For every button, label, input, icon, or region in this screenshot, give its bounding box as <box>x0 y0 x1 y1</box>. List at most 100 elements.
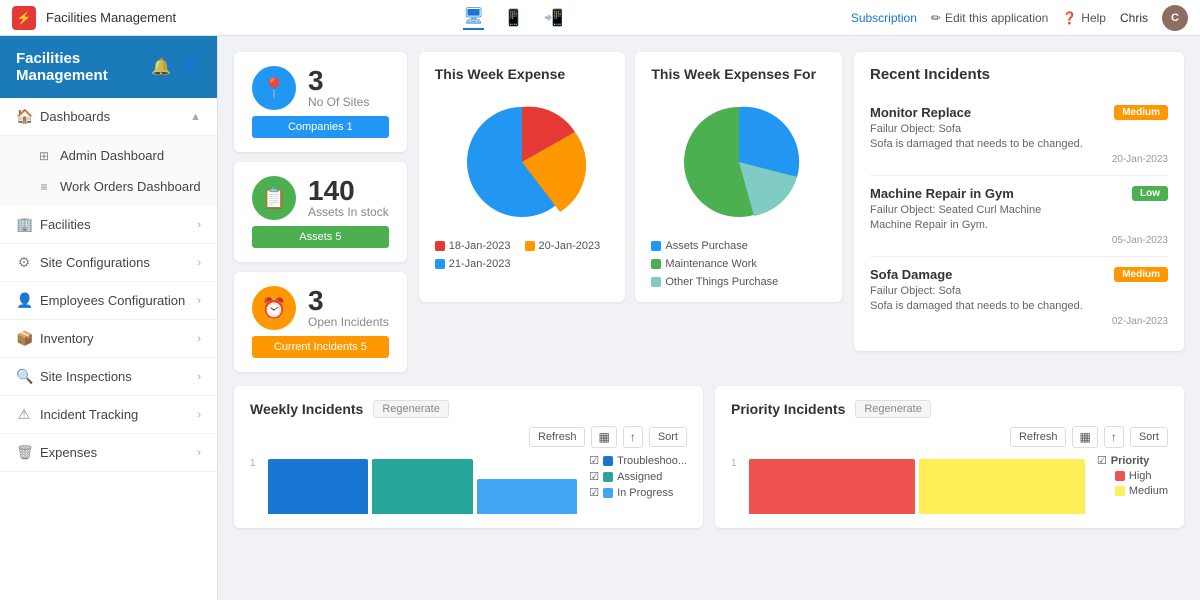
expenses-for-chart-area <box>651 92 826 232</box>
topbar-title: Facilities Management <box>46 10 176 25</box>
incident-badge: Medium <box>1114 105 1168 120</box>
incidents-stat-icon: ⏰ <box>252 286 296 330</box>
expenses-icon: 🗑 <box>16 444 32 461</box>
priority-incidents-title: Priority Incidents <box>731 401 845 417</box>
legend-high: High <box>1097 470 1168 482</box>
sidebar-item-facilities[interactable]: 🏢 Facilities › <box>0 206 217 244</box>
legend-color-dot <box>603 488 613 498</box>
stats-recent-row: 📍 3 No Of Sites Companies 1 📋 140 <box>234 52 1184 372</box>
priority-share-icon-button[interactable]: ↑ <box>1104 426 1124 448</box>
priority-regenerate-button[interactable]: Regenerate <box>855 400 931 418</box>
legend-dot <box>651 259 661 269</box>
edit-application-button[interactable]: ✏ Edit this application <box>931 11 1048 25</box>
legend-item-ap: Assets Purchase <box>651 240 748 252</box>
app-layout: Facilities Management 🔔 👤 🏠 Dashboards ▲… <box>0 36 1200 600</box>
topbar-nav: 🖥 📱 📲 <box>186 6 841 30</box>
pie-charts-col: This Week Expense <box>419 52 842 302</box>
stat-card-incidents: ⏰ 3 Open Incidents Current Incidents 5 <box>234 272 407 372</box>
topbar: ⚡ Facilities Management 🖥 📱 📲 Subscripti… <box>0 0 1200 36</box>
weekly-sort-button[interactable]: Sort <box>649 427 687 447</box>
sidebar-item-site-configurations[interactable]: ⚙ Site Configurations › <box>0 244 217 282</box>
weekly-regenerate-button[interactable]: Regenerate <box>373 400 449 418</box>
sidebar-item-label: Site Inspections <box>40 369 132 384</box>
sites-stat-icon: 📍 <box>252 66 296 110</box>
inspections-icon: 🔍 <box>16 368 32 385</box>
legend-dot <box>651 277 661 287</box>
sidebar-item-employees-configuration[interactable]: 👤 Employees Configuration › <box>0 282 217 320</box>
tablet-icon[interactable]: 📱 <box>504 8 524 28</box>
weekly-incidents-title: Weekly Incidents <box>250 401 363 417</box>
stat-card-sites: 📍 3 No Of Sites Companies 1 <box>234 52 407 152</box>
legend-label: Troubleshoo... <box>617 455 687 467</box>
priority-toolbar: Refresh ▦ ↑ Sort <box>731 426 1168 448</box>
weekly-chart-content: 1 ☑ Troubleshoo... <box>250 454 687 514</box>
assets-button[interactable]: Assets 5 <box>252 226 389 248</box>
legend-item-mw: Maintenance Work <box>651 258 757 270</box>
weekly-toolbar: Refresh ▦ ↑ Sort <box>250 426 687 448</box>
help-button[interactable]: ❓ Help <box>1062 11 1106 25</box>
legend-item-ot: Other Things Purchase <box>651 276 778 288</box>
monitor-icon[interactable]: 🖥 <box>463 6 483 30</box>
expenses-for-title: This Week Expenses For <box>651 66 826 82</box>
sidebar-sub-dashboards: ⊞ Admin Dashboard ≡ Work Orders Dashboar… <box>0 136 217 206</box>
legend-label: High <box>1129 470 1152 482</box>
topbar-right: Subscription ✏ Edit this application ❓ H… <box>851 5 1188 31</box>
weekly-incidents-card: Weekly Incidents Regenerate Refresh ▦ ↑ … <box>234 386 703 528</box>
priority-sort-button[interactable]: Sort <box>1130 427 1168 447</box>
weekly-expense-chart-area <box>435 92 610 232</box>
sites-number: 3 <box>308 67 369 95</box>
assets-label: Assets In stock <box>308 205 389 219</box>
user-avatar-icon[interactable]: 👤 <box>181 57 201 77</box>
app-logo: ⚡ <box>12 6 36 30</box>
site-config-icon: ⚙ <box>16 254 32 271</box>
priority-legend-header: Priority <box>1111 455 1150 467</box>
tablet-small-icon[interactable]: 📲 <box>544 8 564 28</box>
dashboards-icon: 🏠 <box>16 108 32 125</box>
bell-icon[interactable]: 🔔 <box>151 57 171 77</box>
sidebar-item-admin-dashboard[interactable]: ⊞ Admin Dashboard <box>0 140 217 171</box>
sidebar-item-label: Employees Configuration <box>40 293 185 308</box>
chevron-right-icon: › <box>197 409 201 421</box>
sidebar-item-inventory[interactable]: 📦 Inventory › <box>0 320 217 358</box>
weekly-share-icon-button[interactable]: ↑ <box>623 426 643 448</box>
chevron-right-icon: › <box>197 333 201 345</box>
incident-name: Monitor Replace <box>870 105 971 120</box>
legend-dot <box>435 259 445 269</box>
incident-sub2: Machine Repair in Gym. <box>870 219 1168 231</box>
legend-item-0: 18-Jan-2023 <box>435 240 511 252</box>
bottom-charts-row: Weekly Incidents Regenerate Refresh ▦ ↑ … <box>234 386 1184 528</box>
weekly-bar-icon-button[interactable]: ▦ <box>591 426 616 448</box>
incident-name: Machine Repair in Gym <box>870 186 1014 201</box>
facilities-icon: 🏢 <box>16 216 32 233</box>
priority-bar-icon-button[interactable]: ▦ <box>1072 426 1097 448</box>
companies-button[interactable]: Companies 1 <box>252 116 389 138</box>
current-incidents-button[interactable]: Current Incidents 5 <box>252 336 389 358</box>
avatar[interactable]: C <box>1162 5 1188 31</box>
sidebar-item-expenses[interactable]: 🗑 Expenses › <box>0 434 217 472</box>
sidebar-title: Facilities Management <box>16 50 151 84</box>
admin-dashboard-icon: ⊞ <box>36 149 52 163</box>
sidebar-item-site-inspections[interactable]: 🔍 Site Inspections › <box>0 358 217 396</box>
legend-label: In Progress <box>617 487 673 499</box>
weekly-refresh-button[interactable]: Refresh <box>529 427 586 447</box>
sidebar-item-incident-tracking[interactable]: ⚠ Incident Tracking › <box>0 396 217 434</box>
subscription-link[interactable]: Subscription <box>851 11 917 25</box>
incident-date: 02-Jan-2023 <box>870 316 1168 327</box>
bar-high <box>749 459 915 514</box>
sidebar-item-label: Inventory <box>40 331 93 346</box>
inventory-icon: 📦 <box>16 330 32 347</box>
incident-name: Sofa Damage <box>870 267 952 282</box>
legend-priority-header: ☑ Priority <box>1097 454 1168 467</box>
incidents-number: 3 <box>308 287 389 315</box>
chevron-right-icon: › <box>197 257 201 269</box>
priority-bar-chart <box>749 454 1085 514</box>
sidebar-item-work-orders-dashboard[interactable]: ≡ Work Orders Dashboard <box>0 171 217 202</box>
priority-refresh-button[interactable]: Refresh <box>1010 427 1067 447</box>
edit-icon: ✏ <box>931 11 941 25</box>
legend-assigned: ☑ Assigned <box>589 470 687 483</box>
sidebar-header: Facilities Management 🔔 👤 <box>0 36 217 98</box>
sites-label: No Of Sites <box>308 95 369 109</box>
chevron-right-icon: › <box>197 219 201 231</box>
sidebar-item-dashboards[interactable]: 🏠 Dashboards ▲ <box>0 98 217 136</box>
sidebar-sub-label: Work Orders Dashboard <box>60 179 201 194</box>
